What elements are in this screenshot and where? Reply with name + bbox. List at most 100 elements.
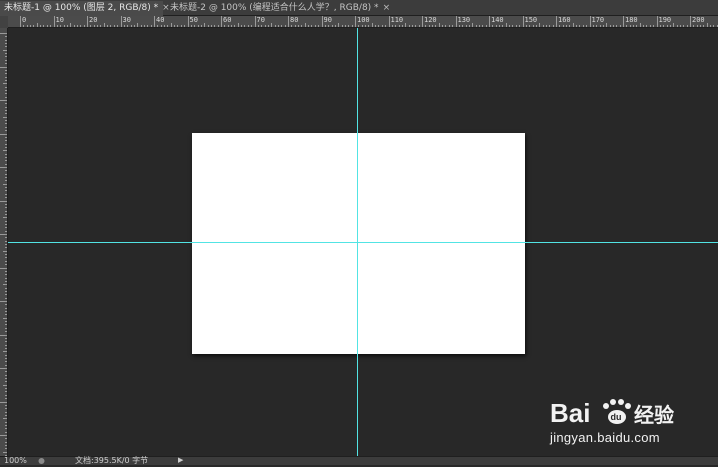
- ruler-tick: [314, 25, 316, 27]
- ruler-tick: [5, 237, 7, 239]
- ruler-tick: [234, 25, 236, 27]
- ruler-tick: [274, 25, 276, 27]
- ruler-tick: [5, 304, 7, 306]
- ruler-tick: [321, 16, 323, 27]
- ruler-tick: [5, 96, 7, 98]
- ruler-tick: [5, 408, 7, 410]
- ruler-tick: [5, 193, 7, 195]
- ruler-tick: [0, 267, 7, 269]
- ruler-tick: [180, 25, 182, 27]
- ruler-tick: [5, 357, 7, 359]
- ruler-tick: [0, 368, 7, 369]
- ruler-label: 0: [22, 16, 27, 24]
- ruler-tick: [485, 25, 487, 27]
- ruler-tick: [5, 240, 7, 242]
- ruler-tick: [5, 156, 7, 158]
- horizontal-ruler[interactable]: 0 10 20 30 40 50 60 70 80 90 100 110 120 130 140 150 160…: [8, 16, 718, 28]
- ruler-label: 160: [558, 16, 571, 24]
- ruler-tick: [432, 25, 434, 27]
- ruler-tick: [539, 23, 541, 27]
- ruler-tick: [288, 16, 289, 27]
- ruler-tick: [3, 284, 7, 286]
- ruler-tick: [46, 25, 48, 27]
- ruler-tick: [5, 307, 7, 309]
- ruler-tick: [649, 25, 651, 27]
- tab-document-2[interactable]: 未标题-2 @ 100% (编程适合什么人学？, RGB/8) * ×: [166, 1, 390, 16]
- ruler-tick: [231, 25, 233, 27]
- status-menu-arrow-icon[interactable]: ▶: [178, 456, 183, 465]
- ruler-label: 40: [156, 16, 165, 24]
- ruler-tick: [5, 177, 7, 179]
- ruler-tick: [458, 25, 460, 27]
- ruler-tick: [184, 25, 186, 27]
- ruler-tick: [5, 63, 7, 65]
- ruler-tick: [5, 86, 7, 88]
- ruler-tick: [177, 25, 179, 27]
- ruler-label: 150: [524, 16, 538, 24]
- tab-document-1[interactable]: 未标题-1 @ 100% (图层 2, RGB/8) * ×: [0, 1, 170, 16]
- ruler-tick: [358, 25, 360, 27]
- ruler-tick: [586, 25, 588, 27]
- ruler-tick: [5, 424, 7, 426]
- ruler-tick: [5, 428, 7, 430]
- ruler-tick: [5, 327, 7, 329]
- ruler-tick: [113, 25, 115, 27]
- svg-text:du: du: [611, 412, 622, 422]
- ruler-tick: [512, 25, 514, 27]
- ruler-tick: [3, 384, 7, 386]
- ruler-tick: [690, 16, 691, 27]
- document-canvas[interactable]: [192, 133, 525, 354]
- vertical-ruler[interactable]: [0, 28, 8, 460]
- ruler-tick: [643, 25, 645, 27]
- ruler-origin[interactable]: [0, 16, 8, 28]
- ruler-tick: [200, 25, 202, 27]
- ruler-tick: [348, 25, 350, 27]
- ruler-tick: [5, 170, 7, 172]
- ruler-tick: [5, 438, 7, 440]
- ruler-tick: [381, 25, 383, 27]
- ruler-tick: [465, 25, 467, 27]
- ruler-tick: [5, 445, 7, 447]
- ruler-tick: [247, 25, 249, 27]
- ruler-tick: [542, 25, 544, 27]
- close-icon[interactable]: ×: [383, 3, 391, 13]
- ruler-tick: [602, 25, 604, 27]
- ruler-tick: [5, 381, 7, 383]
- ruler-tick: [3, 49, 7, 51]
- ruler-tick: [700, 25, 702, 27]
- ruler-tick: [204, 23, 206, 27]
- ruler-tick: [388, 16, 390, 27]
- ruler-tick: [666, 25, 668, 27]
- ruler-tick: [66, 25, 68, 27]
- ruler-label: 70: [256, 16, 265, 24]
- ruler-tick: [133, 25, 135, 27]
- ruler-tick: [5, 274, 7, 276]
- ruler-tick: [170, 23, 172, 27]
- ruler-tick: [5, 207, 7, 209]
- ruler-tick: [5, 210, 7, 212]
- ruler-tick: [5, 361, 7, 363]
- ruler-tick: [529, 25, 531, 27]
- ruler-tick: [0, 401, 7, 403]
- zoom-level[interactable]: 100%: [4, 456, 27, 465]
- ruler-tick: [623, 16, 624, 27]
- ruler-tick: [3, 150, 7, 152]
- ruler-label: 180: [625, 16, 638, 24]
- zoom-menu-icon[interactable]: [37, 456, 46, 465]
- ruler-tick: [5, 220, 7, 222]
- ruler-tick: [5, 297, 7, 299]
- ruler-tick: [33, 25, 35, 27]
- ruler-label: 130: [457, 16, 471, 24]
- horizontal-guide[interactable]: [8, 242, 718, 243]
- ruler-tick: [73, 25, 75, 27]
- ruler-tick: [5, 123, 7, 125]
- ruler-tick: [5, 398, 7, 400]
- ruler-tick: [355, 16, 356, 27]
- document-tab-bar: 未标题-1 @ 100% (图层 2, RGB/8) * × 未标题-2 @ 10…: [0, 0, 718, 16]
- ruler-tick: [5, 391, 7, 393]
- ruler-tick: [5, 247, 7, 249]
- ruler-tick: [5, 344, 7, 346]
- ruler-tick: [411, 25, 413, 27]
- ruler-tick: [187, 16, 189, 27]
- ruler-tick: [5, 347, 7, 349]
